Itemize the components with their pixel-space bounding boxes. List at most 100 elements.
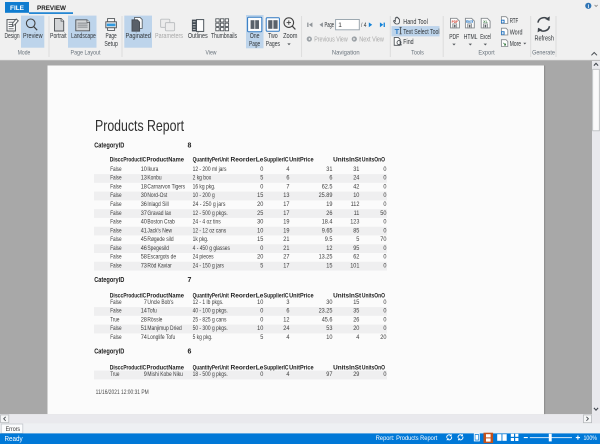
svg-text:Word: Word xyxy=(510,29,523,36)
svg-text:28: 28 xyxy=(141,317,148,324)
svg-text:17: 17 xyxy=(283,262,290,269)
svg-text:Zoom: Zoom xyxy=(283,33,298,40)
svg-text:Rössle: Rössle xyxy=(147,317,162,324)
svg-text:16 kg pkg.: 16 kg pkg. xyxy=(193,184,216,191)
svg-text:45: 45 xyxy=(141,236,148,243)
svg-text:6: 6 xyxy=(286,175,290,182)
svg-text:0: 0 xyxy=(260,308,264,315)
svg-text:41: 41 xyxy=(141,227,148,234)
svg-text:74: 74 xyxy=(141,334,148,341)
svg-text:40: 40 xyxy=(141,219,148,226)
svg-text:False: False xyxy=(110,192,122,199)
svg-text:Carnarvon Tigers: Carnarvon Tigers xyxy=(147,184,185,191)
svg-text:0: 0 xyxy=(260,371,264,378)
svg-text:Uncle Bob's: Uncle Bob's xyxy=(147,299,173,306)
svg-text:4: 4 xyxy=(286,334,290,341)
svg-text:Gravad lax: Gravad lax xyxy=(147,210,171,217)
svg-text:0: 0 xyxy=(383,245,387,252)
svg-text:20: 20 xyxy=(257,254,264,261)
svg-text:7: 7 xyxy=(286,184,290,191)
svg-text:View: View xyxy=(206,50,217,57)
svg-text:HTM: HTM xyxy=(467,19,472,23)
svg-text:4 - 450 g glasses: 4 - 450 g glasses xyxy=(193,245,230,252)
svg-text:13: 13 xyxy=(283,192,290,199)
svg-text:1k pkg.: 1k pkg. xyxy=(193,236,209,243)
svg-text:Landscape: Landscape xyxy=(71,33,96,40)
svg-text:0: 0 xyxy=(383,371,387,378)
svg-text:False: False xyxy=(110,236,122,243)
svg-text:0: 0 xyxy=(383,175,387,182)
svg-text:3: 3 xyxy=(286,299,290,306)
svg-text:FILE: FILE xyxy=(10,5,25,12)
svg-text:False: False xyxy=(110,210,122,217)
svg-text:51: 51 xyxy=(141,325,148,332)
svg-text:30: 30 xyxy=(141,192,148,199)
svg-text:15: 15 xyxy=(353,299,360,306)
svg-text:Portrait: Portrait xyxy=(50,33,67,40)
svg-text:26: 26 xyxy=(353,317,360,324)
svg-text:10: 10 xyxy=(257,325,264,332)
svg-text:Refresh: Refresh xyxy=(534,35,554,42)
svg-text:10: 10 xyxy=(141,166,148,173)
svg-text:Nord-Ost: Nord-Ost xyxy=(147,192,167,199)
svg-text:15: 15 xyxy=(257,236,264,243)
svg-text:95: 95 xyxy=(353,245,360,252)
svg-text:Jack's New: Jack's New xyxy=(147,227,172,234)
svg-text:False: False xyxy=(110,166,122,173)
svg-text:PREVIEW: PREVIEW xyxy=(37,5,67,12)
svg-text:85: 85 xyxy=(353,227,360,234)
svg-text:45.6: 45.6 xyxy=(322,317,333,324)
svg-text:2 kg box: 2 kg box xyxy=(193,175,212,182)
svg-text:12: 12 xyxy=(283,317,290,324)
svg-text:One: One xyxy=(250,33,260,40)
svg-text:101: 101 xyxy=(350,262,360,269)
svg-text:True: True xyxy=(110,371,120,378)
svg-text:50: 50 xyxy=(380,210,387,217)
svg-text:False: False xyxy=(110,308,122,315)
svg-text:10: 10 xyxy=(257,299,264,306)
svg-text:13.25: 13.25 xyxy=(319,254,333,261)
svg-text:5: 5 xyxy=(260,262,264,269)
svg-text:ReorderLe: ReorderLe xyxy=(231,364,264,371)
svg-text:Mishi Kobe Niku: Mishi Kobe Niku xyxy=(147,371,183,378)
svg-text:SupplierIC: SupplierIC xyxy=(264,364,289,371)
svg-text:0: 0 xyxy=(383,308,387,315)
svg-text:42: 42 xyxy=(353,184,360,191)
svg-text:0: 0 xyxy=(383,201,387,208)
svg-text:24 - 250 g jars: 24 - 250 g jars xyxy=(193,201,226,208)
svg-text:SupplierIC: SupplierIC xyxy=(264,292,289,299)
svg-text:ProductName: ProductName xyxy=(147,156,185,163)
svg-text:Paginated: Paginated xyxy=(125,33,151,40)
svg-text:CategoryID: CategoryID xyxy=(94,348,124,355)
svg-text:31: 31 xyxy=(326,166,333,173)
svg-text:40 - 100 g pkgs.: 40 - 100 g pkgs. xyxy=(193,308,228,315)
svg-text:Ready: Ready xyxy=(5,436,24,443)
svg-text:Find: Find xyxy=(403,39,413,46)
svg-text:13: 13 xyxy=(141,175,148,182)
svg-text:10: 10 xyxy=(353,192,360,199)
svg-text:UnitsOnO: UnitsOnO xyxy=(362,156,385,163)
svg-text:0: 0 xyxy=(383,192,387,199)
svg-text:Parameters: Parameters xyxy=(155,33,183,40)
svg-text:False: False xyxy=(110,245,122,252)
svg-text:Design: Design xyxy=(4,33,19,40)
svg-text:Konbu: Konbu xyxy=(147,175,162,182)
svg-text:Outlines: Outlines xyxy=(188,33,208,40)
svg-text:Setup: Setup xyxy=(104,41,118,48)
svg-text:Spegesild: Spegesild xyxy=(147,245,169,252)
svg-text:19: 19 xyxy=(326,201,333,208)
svg-text:UnitsOnO: UnitsOnO xyxy=(362,364,385,371)
svg-text:Tofu: Tofu xyxy=(147,308,157,315)
svg-text:46: 46 xyxy=(141,245,148,252)
svg-text:ProductIC: ProductIC xyxy=(123,156,146,163)
svg-text:36: 36 xyxy=(141,201,148,208)
svg-text:T: T xyxy=(395,27,400,36)
svg-text:False: False xyxy=(110,254,122,261)
svg-text:Page: Page xyxy=(106,33,117,40)
svg-text:Text Select Tool: Text Select Tool xyxy=(403,29,440,36)
svg-text:62: 62 xyxy=(353,254,360,261)
svg-text:5 kg pkg.: 5 kg pkg. xyxy=(193,334,213,341)
svg-text:Page: Page xyxy=(249,41,260,48)
svg-text:Longlife Tofu: Longlife Tofu xyxy=(147,334,175,341)
svg-text:24 - 150 g jars: 24 - 150 g jars xyxy=(193,262,224,269)
